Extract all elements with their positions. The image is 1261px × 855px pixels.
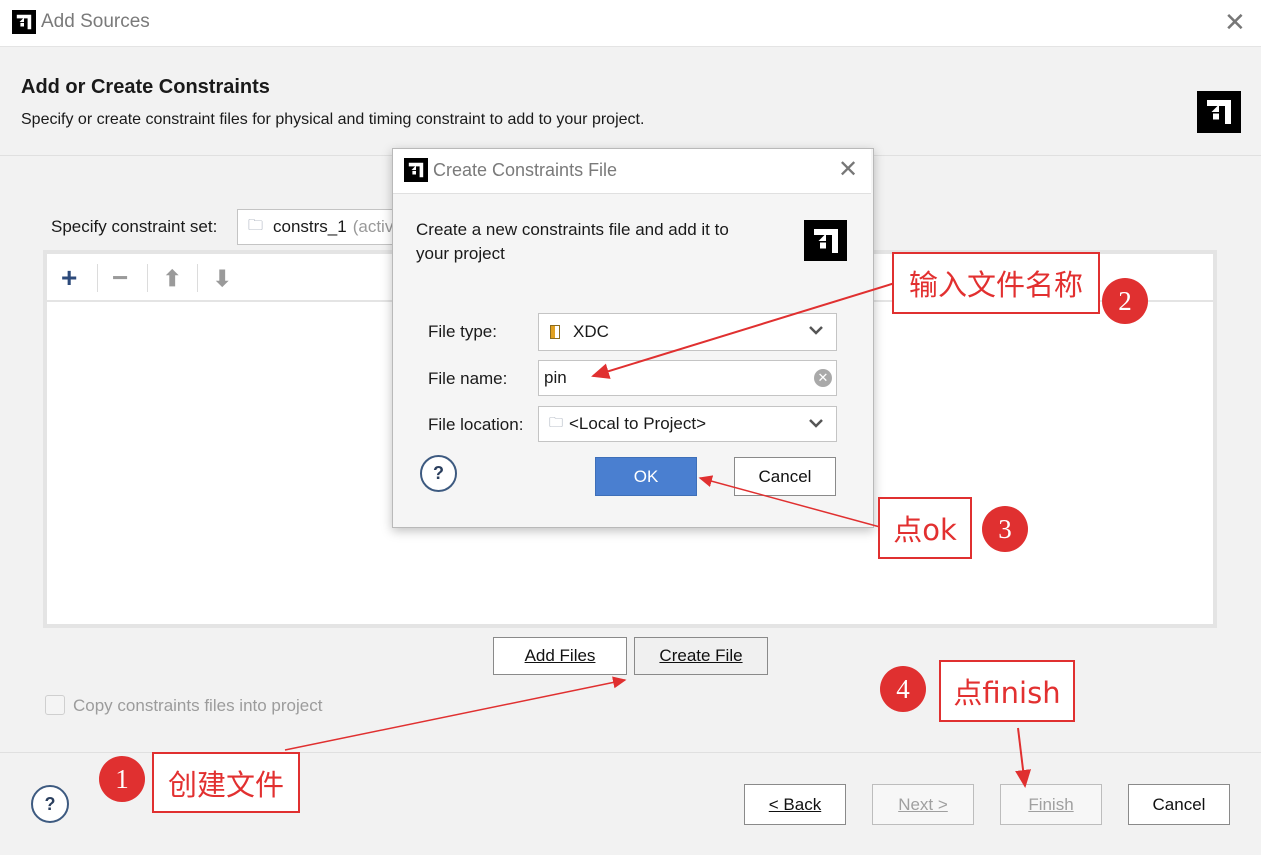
annotation-2-number: 2: [1102, 278, 1148, 324]
arrow-1: [284, 676, 627, 751]
annotation-arrows: [284, 282, 1032, 788]
arrow-4: [1015, 727, 1032, 788]
arrow-3: [698, 475, 881, 528]
annotation-1-label: 创建文件: [152, 752, 300, 813]
annotation-4-number: 4: [880, 666, 926, 712]
annotation-4-label: 点finish: [939, 660, 1075, 722]
annotation-3-label: 点ok: [878, 497, 972, 559]
annotation-2-label: 输入文件名称: [892, 252, 1100, 314]
annotation-1-number: 1: [99, 756, 145, 802]
arrow-2: [591, 282, 896, 379]
annotation-3-number: 3: [982, 506, 1028, 552]
